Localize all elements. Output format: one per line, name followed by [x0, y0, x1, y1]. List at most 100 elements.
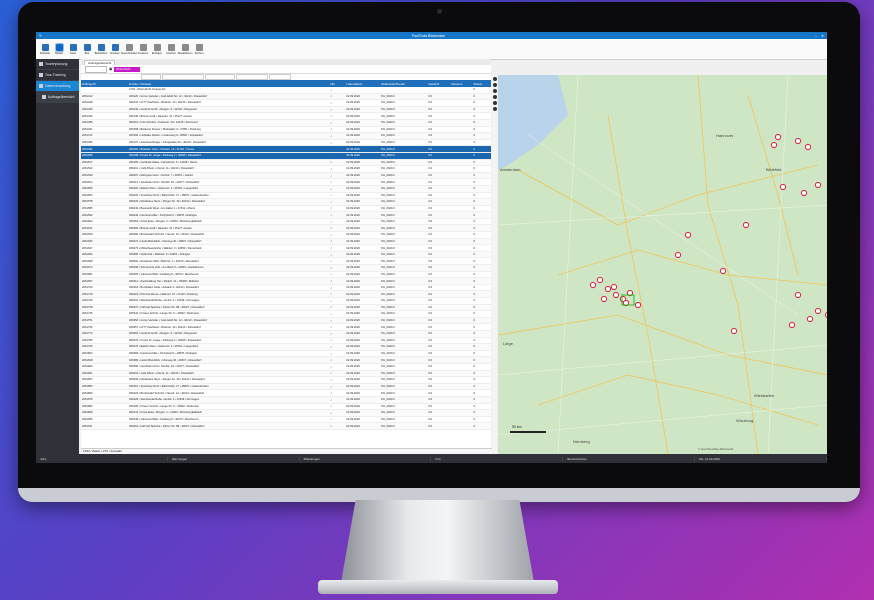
table-row[interactable]: 2061882 #26435 • Friseur Schnitt • Lange …	[81, 403, 491, 411]
column-header[interactable]: Status	[472, 80, 491, 87]
status-arrow-icon[interactable]: ↗	[330, 353, 332, 356]
status-arrow-icon[interactable]: ↗	[330, 260, 332, 263]
status-arrow-icon[interactable]: ↗	[330, 379, 332, 382]
status-arrow-icon[interactable]: ↗	[330, 148, 332, 151]
table-row[interactable]: 2061440 #26146 • Blumen Hoff • Hauptstr. …	[81, 112, 491, 120]
status-arrow-icon[interactable]: ↗	[330, 267, 332, 270]
ribbon-button-copy[interactable]: Kopieren	[137, 43, 149, 55]
status-arrow-icon[interactable]: ↗	[330, 122, 332, 125]
map-marker[interactable]	[814, 181, 822, 189]
table-row[interactable]: 2061795 #26376 • Elektro Klein • Gartenst…	[81, 343, 491, 351]
status-jobs[interactable]: Jobs	[36, 456, 168, 461]
table-row[interactable]: 2061592 #26246 • Feinkost Adler • Kirchpl…	[81, 211, 491, 219]
table-row[interactable]: 2061772 #26363 • Gutshof Gmbh • Bergstr. …	[81, 330, 491, 338]
table-row[interactable]: 2061517 #26195 • Getränke Maas • Industri…	[81, 159, 491, 167]
status-arrow-icon[interactable]: ↗	[330, 313, 332, 316]
status-item[interactable]: Info	[431, 456, 564, 461]
table-row[interactable]: 2061674 #26298 • Schreinerei Holz • Am Ba…	[81, 264, 491, 272]
table-row[interactable]: 2061611 #26259 • Blumen Hoff • Hauptstr. …	[81, 224, 491, 233]
table-row[interactable]: 2061480 #26170 • Autohaus Berger • Königs…	[81, 139, 491, 147]
status-arrow-icon[interactable]: ↗	[330, 109, 332, 112]
status-arrow-icon[interactable]: ↗	[330, 89, 332, 92]
status-item[interactable]: Warnungen	[168, 456, 300, 461]
map-marker[interactable]	[600, 295, 608, 303]
table-row[interactable]: 2061625 #26266 • Bürobedarf Schmitz • Neu…	[81, 231, 491, 239]
status-arrow-icon[interactable]: ↗	[330, 425, 332, 428]
column-header[interactable]: Lieferdatum	[345, 80, 381, 87]
map-marker[interactable]	[788, 321, 796, 329]
status-item[interactable]: Mo. 14.09.2020	[695, 456, 827, 461]
map-marker[interactable]	[612, 291, 620, 299]
status-arrow-icon[interactable]: ↗	[330, 405, 332, 408]
table-row[interactable]: 2061911 #26454 • Fahrrad Speiche • Kölner…	[81, 422, 491, 430]
ribbon-button-globe[interactable]: Karte	[67, 43, 79, 55]
table-row[interactable]: 2061530 #26207 • Metzgerei Horn • Dorfstr…	[81, 172, 491, 180]
table-row[interactable]: 2061455 #26151 • Fritz Schulze • Kaiserst…	[81, 119, 491, 127]
pan-icon[interactable]	[492, 89, 497, 93]
ribbon-button-cut[interactable]: Ausschneiden	[121, 43, 137, 55]
ribbon-button-paste[interactable]: Einfügen	[151, 43, 163, 55]
status-arrow-icon[interactable]: ↗	[330, 207, 332, 210]
status-arrow-icon[interactable]: ↗	[330, 135, 332, 138]
minimize-icon[interactable]: –	[815, 34, 817, 38]
sidebar-item[interactable]: Tourenplanung	[36, 59, 79, 70]
map-marker[interactable]	[719, 267, 727, 275]
ribbon-button-print[interactable]: Drucken	[109, 43, 121, 55]
table-row[interactable]: 2061876 #26428 • Weinhandel Rebe • Hofstr…	[81, 396, 491, 404]
map-marker[interactable]	[674, 251, 682, 259]
table-row[interactable]: 2061433 #26139 • Gutshof Gmbh • Bergstr. …	[81, 106, 491, 114]
table-row[interactable]: 2061633 #26272 • Hotel Rheinblick • Uferw…	[81, 238, 491, 246]
status-arrow-icon[interactable]: ↗	[330, 175, 332, 178]
map-marker[interactable]	[596, 276, 604, 284]
zoom-out-icon[interactable]	[492, 83, 497, 87]
status-item[interactable]: Benutzerkonto	[563, 456, 696, 461]
table-row[interactable]: 2061578 #26233 • Modehaus Stern • Flinger…	[81, 198, 491, 206]
layers-icon[interactable]	[492, 95, 497, 99]
status-arrow-icon[interactable]: ↗	[330, 339, 332, 342]
status-arrow-icon[interactable]: ↗	[330, 221, 332, 224]
status-arrow-icon[interactable]: ↗	[330, 280, 332, 283]
table-row[interactable]: 2061652 #26285 • Optik Klar • Marktstr. 9…	[81, 251, 491, 259]
status-arrow-icon[interactable]: ↗	[330, 287, 332, 290]
table-row[interactable]: 2061522 #26201 • Café Rhein • Uferstr. 11…	[81, 165, 491, 173]
status-arrow-icon[interactable]: ↗	[330, 201, 332, 204]
sidebar-item[interactable]: Datenverwaltung	[36, 81, 79, 92]
column-header[interactable]: Info	[329, 80, 346, 87]
status-arrow-icon[interactable]: ↗	[330, 326, 332, 329]
map-marker[interactable]	[824, 312, 827, 318]
table-row[interactable]: 2061472 #26166 • Hofladen Weber • Lindenw…	[81, 132, 491, 140]
status-arrow-icon[interactable]: ↗	[330, 168, 332, 171]
map-view[interactable]: Hannover Amsterdam Bielefeld Wiesbaden N…	[498, 75, 827, 454]
ribbon-button-bus[interactable]: Bus	[81, 43, 93, 55]
table-row[interactable]: 2061738 #26337 • Fahrrad Speiche • Kölner…	[81, 304, 491, 312]
status-arrow-icon[interactable]: ↗	[330, 346, 332, 349]
table-row[interactable]: 2061585 #26240 • Baumarkt West • Am Hafen…	[81, 205, 491, 213]
map-marker[interactable]	[794, 137, 802, 145]
table-row[interactable]: 2061818 #26389 • Hotel Rheinblick • Uferw…	[81, 356, 491, 364]
column-header[interactable]: Zeitfenster/Kunde	[380, 80, 428, 87]
table-row[interactable]: 2061604 #26253 • Kiosk Ecke • Ringstr. 2 …	[81, 218, 491, 226]
status-arrow-icon[interactable]: ↗	[330, 155, 332, 158]
map-marker[interactable]	[814, 307, 822, 315]
filter-field[interactable]	[162, 74, 204, 80]
column-header[interactable]: Gewicht	[427, 80, 450, 87]
status-arrow-icon[interactable]: ↗	[330, 240, 332, 243]
table-row[interactable]: 2061556 #26220 • Elektro Klein • Gartenst…	[81, 185, 491, 193]
status-arrow-icon[interactable]: ↗	[330, 300, 332, 303]
table-row[interactable]: 2061789 #26370 • Praxis Dr. Lange • Parkw…	[81, 337, 491, 345]
status-arrow-icon[interactable]: ↗	[330, 320, 332, 323]
table-row[interactable]: 2061745 #26344 • Friseur Schnitt • Lange …	[81, 310, 491, 318]
ribbon-button-search[interactable]: Suchen	[193, 43, 205, 55]
status-arrow-icon[interactable]: ↗	[330, 399, 332, 402]
status-arrow-icon[interactable]: ↗	[330, 247, 332, 250]
view-dropdown[interactable]	[85, 65, 107, 73]
status-arrow-icon[interactable]: ↗	[330, 194, 332, 197]
map-marker[interactable]	[804, 143, 812, 151]
status-arrow-icon[interactable]: ↗	[330, 128, 332, 131]
close-icon[interactable]: ✕	[821, 34, 824, 38]
table-row[interactable]: 2061751 #26350 • Gross Verteiler • Graf-A…	[81, 317, 491, 325]
sidebar-item[interactable]: Tour-Tracking	[36, 70, 79, 81]
column-header[interactable]: Volumen	[449, 80, 473, 87]
table-row[interactable]: 2061719 #26324 • Pizzeria Roma • Hafenstr…	[81, 290, 491, 298]
table-row[interactable]: 2061802 #26383 • Feinkost Adler • Kirchpl…	[81, 350, 491, 358]
